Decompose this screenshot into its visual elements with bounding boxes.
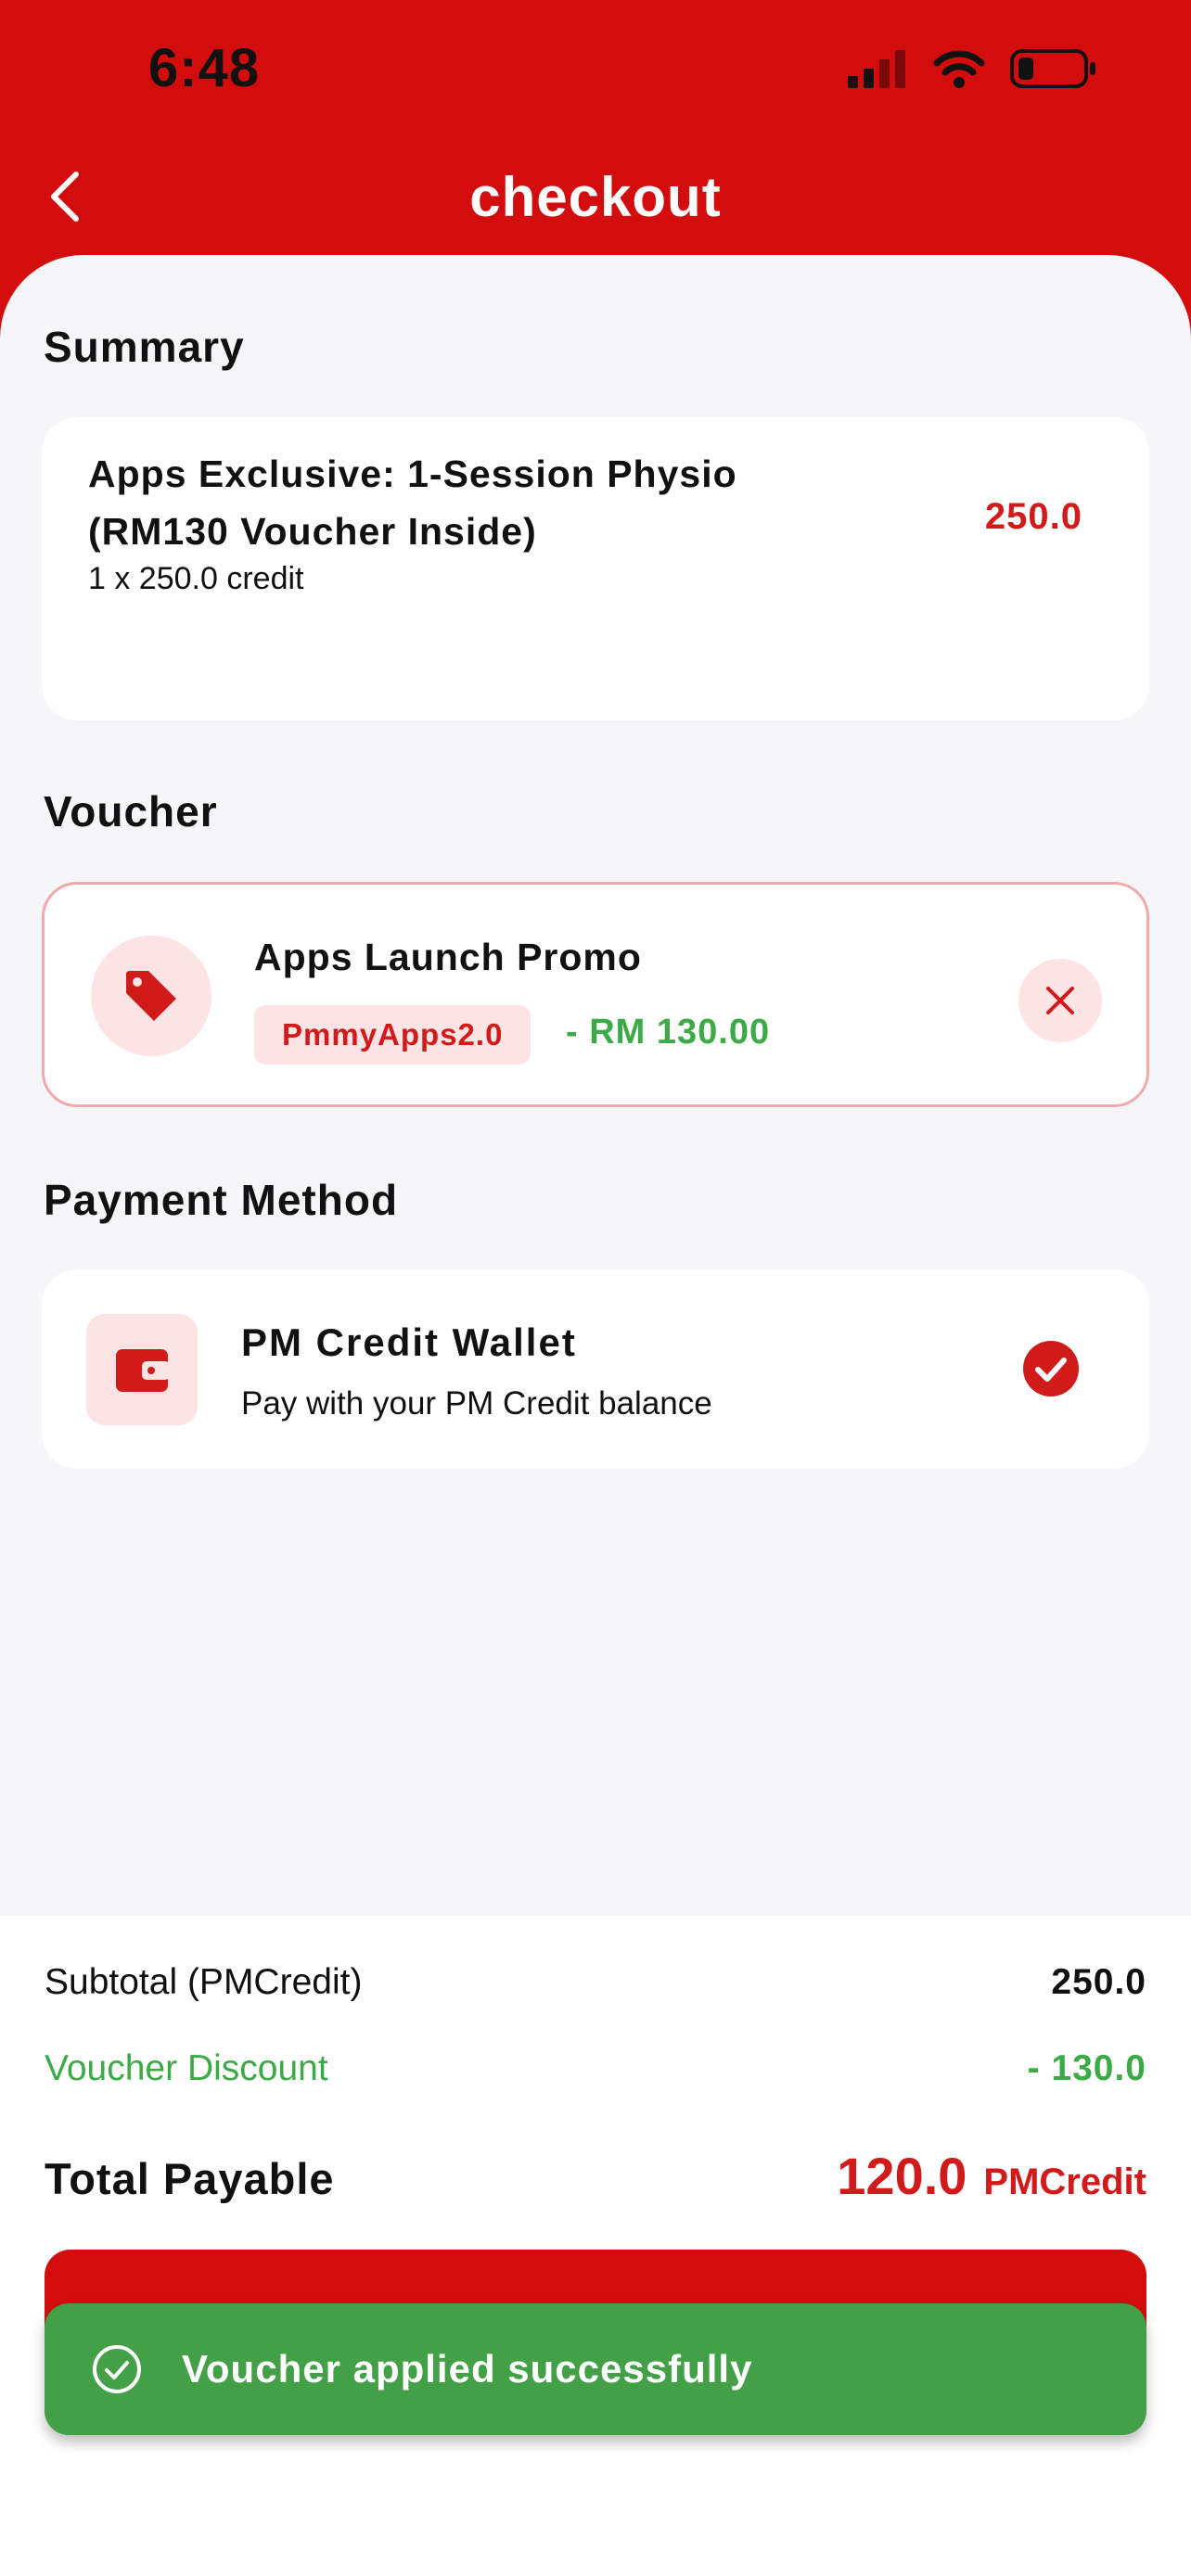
close-icon: [1046, 987, 1074, 1014]
payment-method-description: Pay with your PM Credit balance: [241, 1385, 712, 1422]
app-header: checkout: [0, 139, 1191, 250]
status-time: 6:48: [148, 38, 261, 98]
success-toast: Voucher applied successfully: [45, 2303, 1146, 2435]
voucher-name: Apps Launch Promo: [254, 936, 642, 978]
total-unit: PMCredit: [983, 2162, 1146, 2202]
subtotal-label: Subtotal (PMCredit): [45, 1962, 363, 2002]
summary-section-title: Summary: [44, 323, 245, 371]
voucher-code-badge: PmmyApps2.0: [254, 1005, 531, 1065]
total-value: 120.0: [837, 2147, 967, 2205]
subtotal-row: Subtotal (PMCredit) 250.0: [45, 1962, 1146, 2003]
voucher-discount-amount: - RM 130.00: [566, 1013, 771, 1052]
item-price: 250.0: [984, 496, 1082, 537]
discount-label: Voucher Discount: [45, 2048, 328, 2088]
discount-value: - 130.0: [1027, 2048, 1146, 2088]
remove-voucher-button[interactable]: [1018, 959, 1102, 1042]
payment-section-title: Payment Method: [44, 1176, 399, 1224]
discount-row: Voucher Discount - 130.0: [45, 2048, 1146, 2089]
totals-panel: Subtotal (PMCredit) 250.0 Voucher Discou…: [0, 1916, 1191, 2576]
battery-icon: [1010, 49, 1095, 88]
status-icons: [846, 48, 1098, 89]
total-amount: 120.0 PMCredit: [837, 2146, 1146, 2206]
page-title: checkout: [469, 166, 722, 228]
payment-method-card[interactable]: PM Credit Wallet Pay with your PM Credit…: [42, 1269, 1149, 1469]
check-circle-outline-icon: [93, 2345, 141, 2393]
wifi-icon: [933, 50, 985, 88]
item-quantity: 1 x 250.0 credit: [88, 561, 304, 596]
total-label: Total Payable: [45, 2154, 335, 2203]
voucher-icon-container: [91, 936, 211, 1056]
payment-method-name: PM Credit Wallet: [241, 1320, 577, 1364]
cellular-signal-icon: [848, 50, 905, 88]
toast-message: Voucher applied successfully: [182, 2347, 753, 2391]
subtotal-value: 250.0: [1051, 1962, 1146, 2002]
tag-icon: [126, 971, 176, 1021]
item-name: Apps Exclusive: 1-Session Physio (RM130 …: [88, 453, 737, 553]
wallet-icon: [116, 1349, 170, 1392]
total-row: Total Payable 120.0 PMCredit: [45, 2146, 1146, 2206]
wallet-icon-container: [86, 1314, 198, 1425]
voucher-section-title: Voucher: [44, 787, 218, 835]
applied-voucher-card[interactable]: Apps Launch Promo PmmyApps2.0 - RM 130.0…: [42, 882, 1149, 1107]
summary-card: Apps Exclusive: 1-Session Physio (RM130 …: [42, 417, 1149, 721]
check-circle-icon: [1023, 1341, 1079, 1396]
status-bar: 6:48: [0, 0, 1191, 139]
